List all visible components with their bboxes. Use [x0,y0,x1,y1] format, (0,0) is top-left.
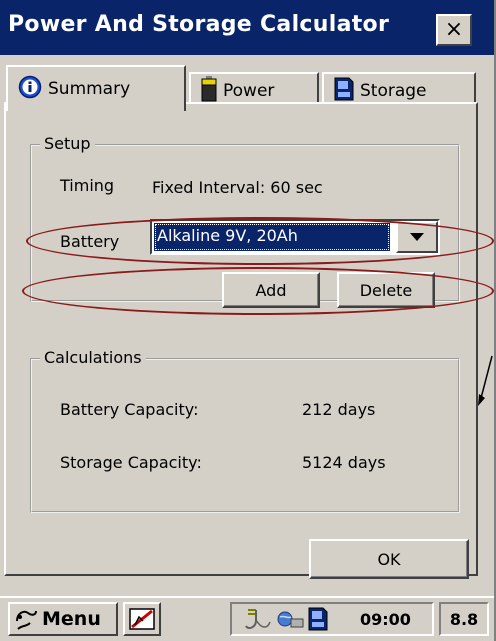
ok-button[interactable]: OK [309,539,469,579]
calculations-group: Calculations [30,348,460,513]
version-indicator[interactable]: 8.8 [439,602,489,636]
delete-button[interactable]: Delete [337,272,435,308]
title-bar: Power And Storage Calculator × [0,0,494,55]
tab-summary-label: Summary [48,79,131,99]
annotation-arrow [478,355,493,406]
connectivity-icon[interactable] [276,607,304,631]
power-cord-icon[interactable] [244,606,274,632]
battery-capacity-value: 212 days [302,400,376,419]
storage-capacity-value: 5124 days [302,453,386,472]
clock[interactable]: 09:00 [360,610,411,629]
storage-capacity-label: Storage Capacity: [60,453,202,472]
battery-label: Battery [60,232,120,251]
info-icon [18,75,42,103]
input-panel-icon [129,608,155,630]
start-menu-button[interactable]: Menu [8,602,118,636]
system-tray: 09:00 [230,602,434,636]
tab-power-label: Power [223,81,275,101]
battery-capacity-label: Battery Capacity: [60,400,199,419]
storage-card-tray-icon[interactable] [308,607,328,631]
timing-value: Fixed Interval: 60 sec [152,178,323,197]
taskbar: Menu 09:00 8.8 [0,596,494,641]
battery-select[interactable]: Alkaline 9V, 20Ah [150,219,440,255]
tab-storage-label: Storage [360,81,427,101]
app-window: Power And Storage Calculator × Summary P… [0,0,496,641]
setup-legend: Setup [40,134,95,153]
timing-label: Timing [60,176,115,195]
close-icon: × [444,17,464,42]
calculations-legend: Calculations [40,348,146,367]
tab-summary[interactable]: Summary [6,65,186,111]
close-button[interactable]: × [436,14,472,46]
storage-card-icon [334,77,354,105]
menu-label: Menu [42,608,101,630]
start-logo-icon [16,610,37,630]
add-button[interactable]: Add [222,272,320,308]
window-title: Power And Storage Calculator [8,12,390,37]
chevron-down-icon [410,233,424,241]
keyboard-button[interactable] [123,602,161,636]
dropdown-button[interactable] [396,221,438,253]
battery-select-value: Alkaline 9V, 20Ah [154,223,390,251]
